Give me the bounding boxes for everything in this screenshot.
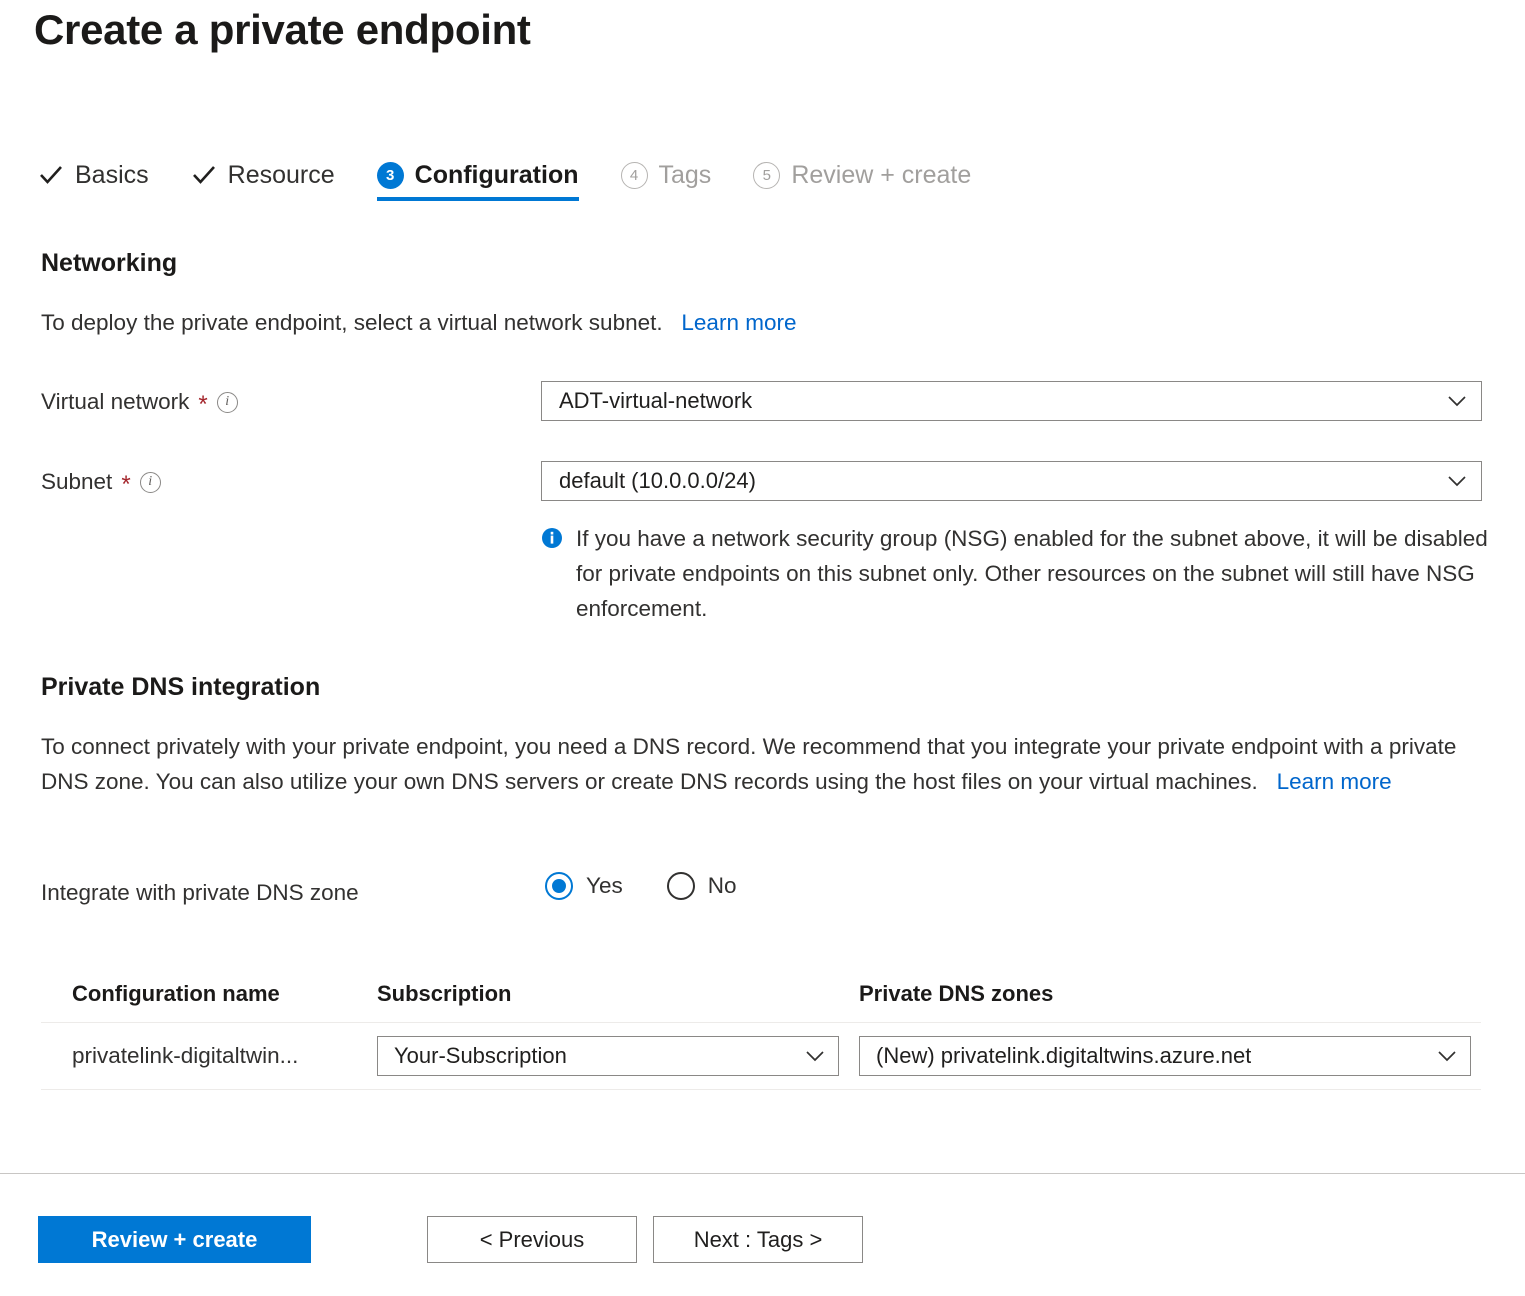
previous-button[interactable]: < Previous bbox=[427, 1216, 637, 1263]
check-icon bbox=[40, 166, 62, 184]
info-icon[interactable]: i bbox=[216, 391, 238, 413]
column-header-private-dns-zones: Private DNS zones bbox=[859, 981, 1054, 1006]
integrate-dns-zone-radio-group: Yes No bbox=[545, 872, 736, 900]
next-tags-button[interactable]: Next : Tags > bbox=[653, 1216, 863, 1263]
check-icon bbox=[192, 166, 215, 184]
footer-actions: Review + create < Previous Next : Tags > bbox=[38, 1216, 863, 1263]
private-dns-zones-table: Configuration name Subscription Private … bbox=[41, 966, 1481, 1090]
table-header-row: Configuration name Subscription Private … bbox=[41, 966, 1481, 1022]
tab-configuration-label: Configuration bbox=[414, 161, 579, 189]
required-asterisk: * bbox=[198, 391, 208, 418]
active-tab-indicator bbox=[376, 197, 579, 201]
info-icon bbox=[542, 528, 562, 548]
integrate-dns-zone-label: Integrate with private DNS zone bbox=[41, 880, 359, 905]
subscription-dropdown[interactable]: Your-Subscription bbox=[377, 1036, 839, 1076]
subnet-dropdown[interactable]: default (10.0.0.0/24) bbox=[541, 461, 1482, 501]
tab-resource[interactable]: Resource bbox=[191, 162, 335, 202]
chevron-down-icon bbox=[1448, 476, 1466, 487]
required-asterisk: * bbox=[121, 471, 131, 498]
chevron-down-icon bbox=[1448, 396, 1466, 407]
subnet-value: default (10.0.0.0/24) bbox=[559, 468, 756, 493]
radio-mark-no bbox=[666, 872, 695, 900]
nsg-info-note: If you have a network security group (NS… bbox=[541, 521, 1496, 626]
virtual-network-label-text: Virtual network bbox=[41, 389, 190, 414]
radio-option-yes-label: Yes bbox=[586, 873, 623, 898]
private-dns-section-heading: Private DNS integration bbox=[41, 673, 321, 701]
private-dns-zone-value: (New) privatelink.digitaltwins.azure.net bbox=[876, 1043, 1252, 1068]
chevron-down-icon bbox=[1438, 1051, 1456, 1062]
virtual-network-value: ADT-virtual-network bbox=[559, 388, 753, 413]
page-title: Create a private endpoint bbox=[34, 6, 531, 53]
tab-tags[interactable]: 4 Tags bbox=[620, 161, 712, 203]
private-dns-description-text: To connect privately with your private e… bbox=[41, 734, 1457, 794]
cell-configuration-name: privatelink-digitaltwin... bbox=[41, 1043, 377, 1069]
step-number-badge: 3 bbox=[376, 162, 404, 189]
chevron-down-icon bbox=[806, 1051, 824, 1062]
networking-description: To deploy the private endpoint, select a… bbox=[41, 305, 1041, 340]
networking-section-heading: Networking bbox=[41, 249, 178, 277]
configuration-name-value: privatelink-digitaltwin... bbox=[72, 1043, 299, 1068]
column-header-subscription: Subscription bbox=[377, 981, 512, 1006]
private-dns-learn-more-link[interactable]: Learn more bbox=[1277, 769, 1392, 794]
review-create-button[interactable]: Review + create bbox=[38, 1216, 311, 1263]
radio-option-no[interactable]: No bbox=[666, 872, 737, 900]
radio-option-yes[interactable]: Yes bbox=[545, 872, 623, 900]
tab-review-create-label: Review + create bbox=[791, 161, 972, 189]
tab-tags-label: Tags bbox=[658, 161, 712, 189]
tab-resource-label: Resource bbox=[227, 160, 335, 189]
table-row: privatelink-digitaltwin... Your-Subscrip… bbox=[41, 1022, 1481, 1090]
subnet-label-text: Subnet bbox=[41, 469, 113, 494]
virtual-network-dropdown[interactable]: ADT-virtual-network bbox=[541, 381, 1482, 421]
networking-learn-more-link[interactable]: Learn more bbox=[681, 310, 796, 335]
subscription-value: Your-Subscription bbox=[394, 1043, 567, 1068]
tab-configuration[interactable]: 3 Configuration bbox=[376, 161, 579, 203]
tab-basics-label: Basics bbox=[75, 160, 149, 189]
footer-divider bbox=[0, 1173, 1525, 1174]
private-dns-description: To connect privately with your private e… bbox=[41, 729, 1461, 799]
networking-description-text: To deploy the private endpoint, select a… bbox=[41, 310, 663, 335]
subnet-label: Subnet * i bbox=[41, 469, 161, 498]
radio-mark-yes bbox=[545, 872, 573, 900]
info-icon[interactable]: i bbox=[139, 471, 161, 493]
column-header-configuration-name: Configuration name bbox=[72, 981, 280, 1006]
step-number-badge: 5 bbox=[753, 162, 781, 189]
virtual-network-label: Virtual network * i bbox=[41, 389, 238, 418]
private-dns-zone-dropdown[interactable]: (New) privatelink.digitaltwins.azure.net bbox=[859, 1036, 1471, 1076]
tab-review-create[interactable]: 5 Review + create bbox=[753, 162, 971, 203]
cell-subscription: Your-Subscription bbox=[377, 1036, 859, 1076]
nsg-info-text: If you have a network security group (NS… bbox=[576, 526, 1488, 621]
step-number-badge: 4 bbox=[620, 162, 648, 189]
radio-option-no-label: No bbox=[707, 873, 737, 898]
wizard-tabs: Basics Resource 3 Configuration 4 Tags 5… bbox=[38, 162, 971, 218]
tab-basics[interactable]: Basics bbox=[38, 162, 149, 202]
cell-private-dns-zone: (New) privatelink.digitaltwins.azure.net bbox=[859, 1036, 1481, 1076]
